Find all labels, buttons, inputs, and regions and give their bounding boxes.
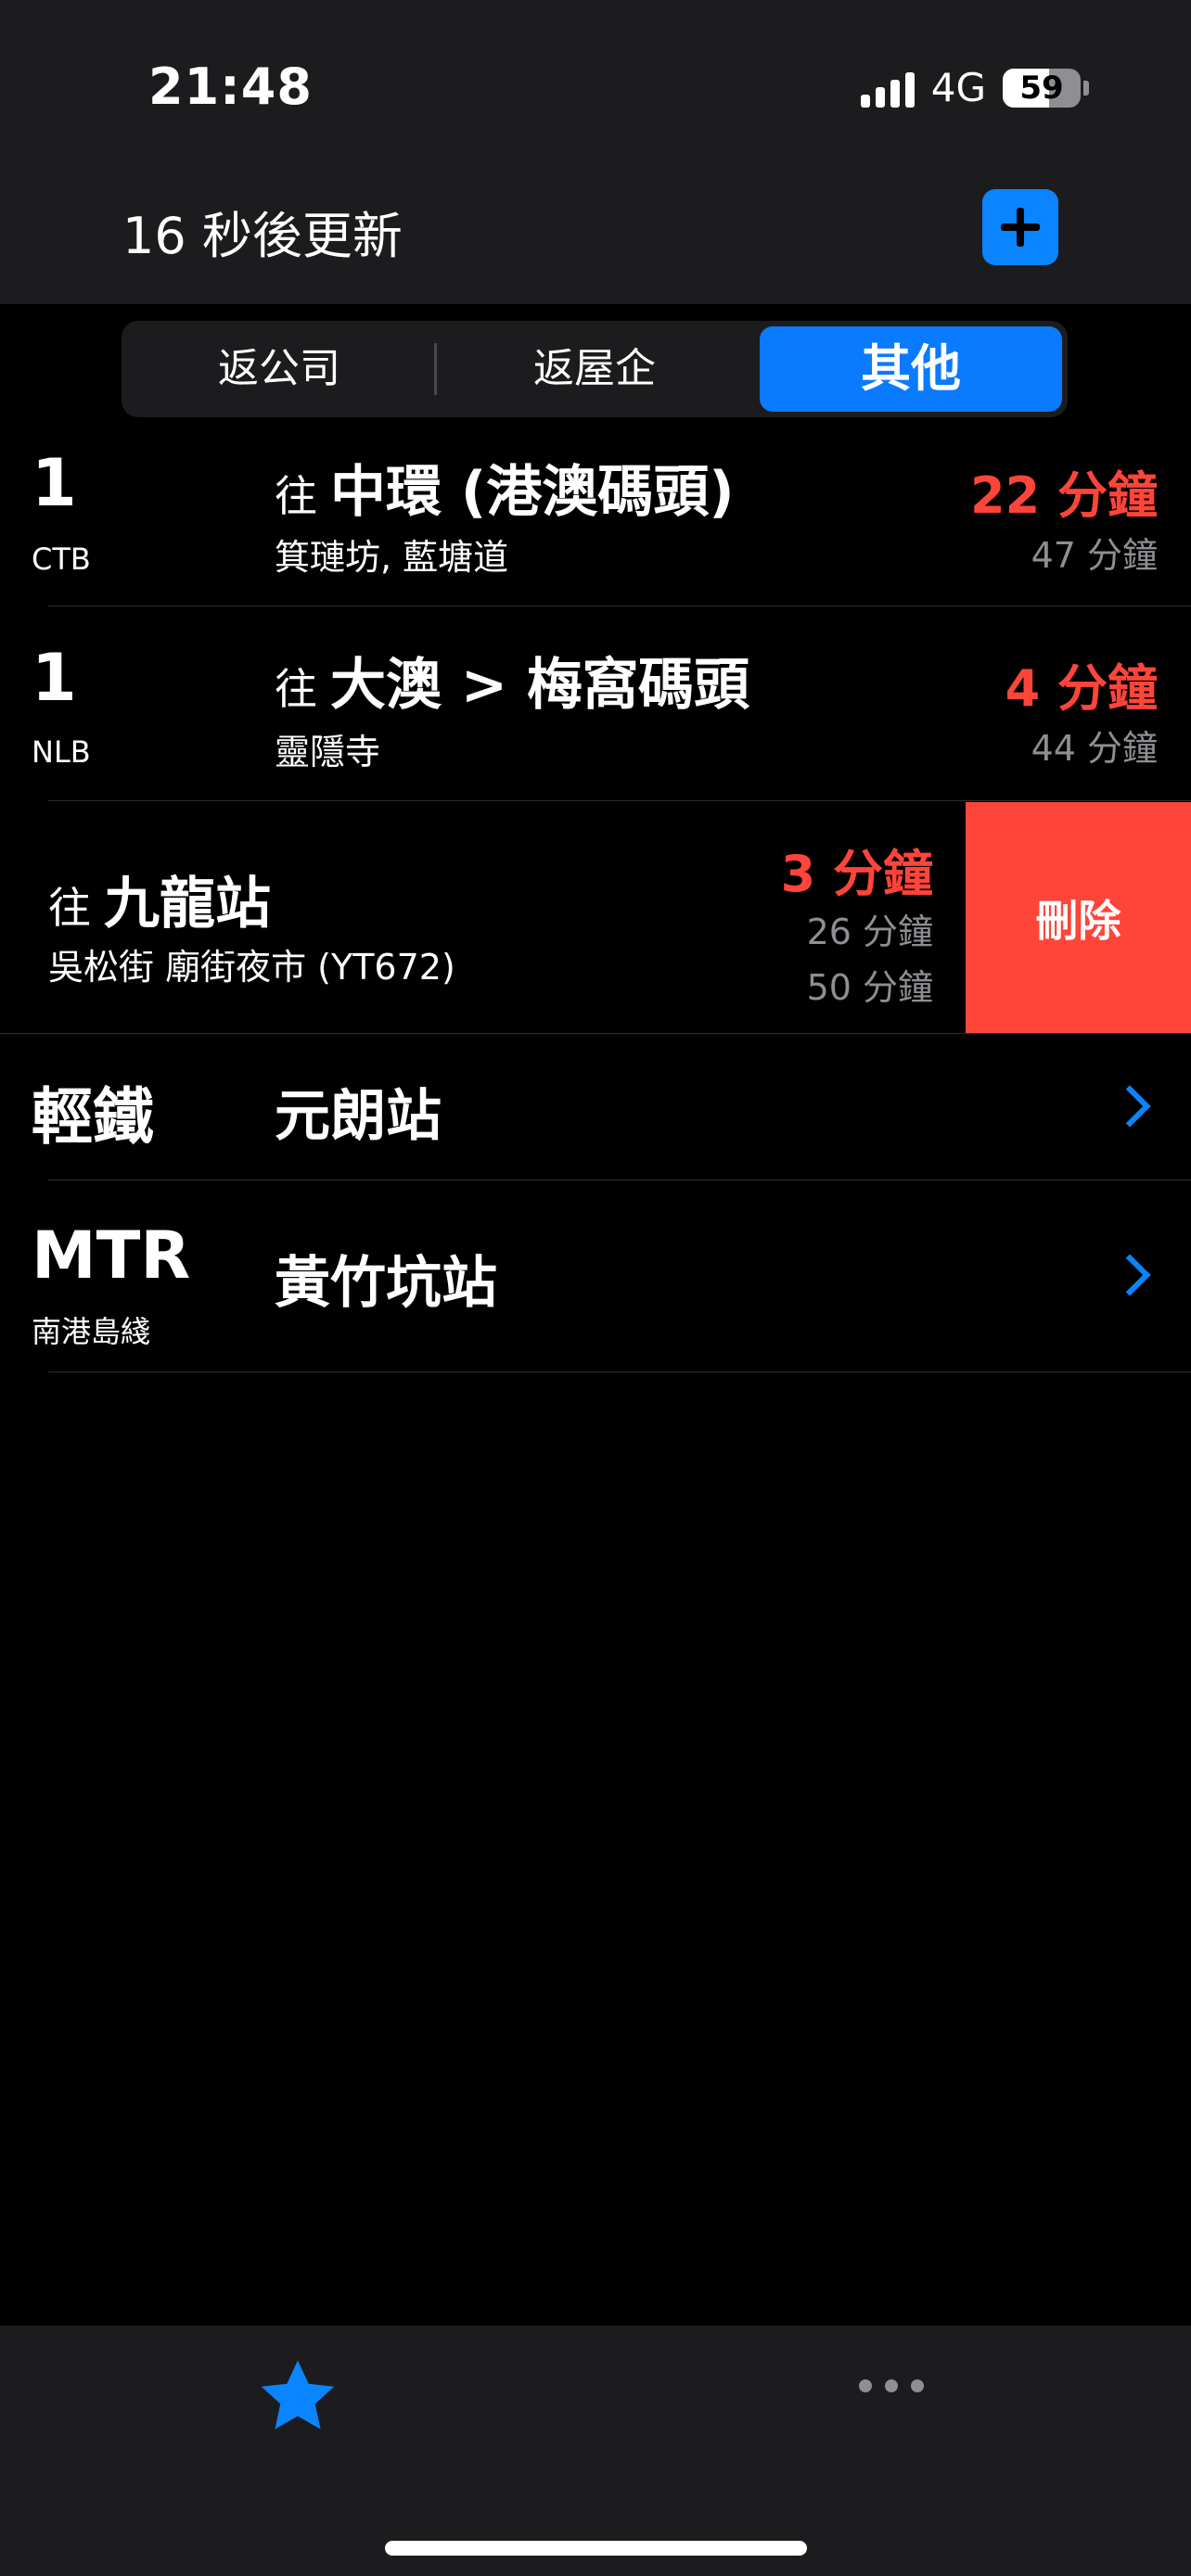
eta-secondary: 44 分鐘 (1031, 728, 1158, 769)
list-item[interactable]: 1 NLB 往大澳 > 梅窩碼頭 靈隱寺 4 分鐘 44 分鐘 (0, 606, 1191, 801)
destination-line: 往大澳 > 梅窩碼頭 (275, 640, 749, 721)
stop-name: 吳松街 廟街夜市 (YT672) (48, 947, 455, 988)
battery-icon: 59 (1003, 68, 1081, 108)
signal-icon (860, 69, 915, 108)
transit-type: 輕鐵 (32, 1081, 154, 1153)
eta-secondary: 26 分鐘 (806, 912, 933, 952)
station-name: 黃竹坑站 (275, 1251, 497, 1316)
eta-tertiary: 50 分鐘 (806, 967, 933, 1008)
destination-line: 往九龍站 (48, 859, 271, 939)
status-icons: 4G 59 (860, 65, 1089, 110)
eta-primary: 4 分鐘 (1005, 659, 1158, 718)
more-icon[interactable] (859, 2379, 924, 2392)
stop-name: 箕璉坊, 藍塘道 (275, 537, 509, 578)
home-indicator (385, 2541, 807, 2556)
line-name: 南港島綫 (32, 1314, 151, 1349)
direction-prefix: 往 (275, 664, 317, 714)
add-button[interactable] (982, 189, 1058, 265)
destination: 九龍站 (104, 872, 271, 937)
header: 21:48 4G 59 16 秒後更新 (0, 0, 1191, 304)
company-code: CTB (32, 542, 91, 577)
refresh-countdown: 16 秒後更新 (122, 207, 403, 265)
route-number: 1 (32, 640, 77, 716)
transit-type: MTR (32, 1218, 191, 1294)
company-code: NLB (32, 734, 91, 770)
eta-primary: 3 分鐘 (780, 845, 933, 903)
list-item[interactable]: 1 CTB 往中環 (港澳碼頭) 箕璉坊, 藍塘道 22 分鐘 47 分鐘 (0, 427, 1191, 606)
tab-bar (0, 2326, 1191, 2576)
group-segmented-control: 返公司 返屋企 其他 (122, 321, 1068, 417)
network-type: 4G (930, 65, 986, 110)
destination: 大澳 > 梅窩碼頭 (330, 653, 750, 718)
battery-percent: 59 (1019, 69, 1064, 107)
station-name: 元朗站 (275, 1084, 442, 1149)
route-number: 1 (32, 445, 77, 521)
stop-name: 靈隱寺 (275, 732, 381, 772)
destination-line: 往中環 (港澳碼頭) (275, 447, 735, 528)
star-icon[interactable] (256, 2355, 339, 2437)
direction-prefix: 往 (48, 883, 91, 933)
chevron-right-icon (1108, 1085, 1151, 1128)
station-item[interactable]: 輕鐵 元朗站 (0, 1034, 1191, 1180)
eta-primary: 22 分鐘 (970, 466, 1158, 525)
status-time: 21:48 (148, 57, 313, 116)
screen: 21:48 4G 59 16 秒後更新 返公司 返屋企 其他 1 CTB 往中環… (0, 0, 1191, 2576)
segment-home[interactable]: 返屋企 (437, 321, 752, 417)
delete-button[interactable]: 刪除 (966, 802, 1191, 1033)
direction-prefix: 往 (275, 471, 317, 521)
chevron-right-icon (1108, 1254, 1151, 1296)
eta-secondary: 47 分鐘 (1031, 535, 1158, 576)
destination: 中環 (港澳碼頭) (330, 460, 735, 525)
segment-other[interactable]: 其他 (760, 326, 1062, 412)
station-item[interactable]: MTR 南港島綫 黃竹坑站 (0, 1180, 1191, 1372)
segment-office[interactable]: 返公司 (122, 321, 437, 417)
